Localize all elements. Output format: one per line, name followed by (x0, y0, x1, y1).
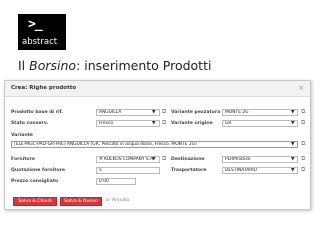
variante-origine-field[interactable]: GR (222, 120, 298, 127)
chevron-down-icon[interactable]: ▼ (152, 121, 156, 126)
variante-origine-label: Variante origine (171, 121, 213, 126)
fornitore-label: Fornitore (11, 157, 35, 162)
chevron-down-icon[interactable]: ▼ (291, 121, 295, 126)
slide-title: Il Borsino: inserimento Prodotti (18, 58, 211, 73)
prodotto-base-label: Prodotto base di rif. (11, 110, 64, 115)
external-link-icon[interactable]: ⧉ (301, 156, 305, 162)
variante-label: Variante (11, 133, 33, 138)
destinazione-label: Destinazione (171, 157, 205, 162)
external-link-icon[interactable]: ⧉ (301, 141, 305, 147)
variante-field[interactable]: [ELE-MGC-PAD-GR-FRE] ANGUILLA (GR, Pesca… (11, 141, 298, 148)
quotazione-fornitore-field[interactable]: 5 (96, 167, 160, 174)
destinazione-field[interactable]: PLRM/Stock (222, 156, 298, 163)
create-product-dialog: Crea: Righe prodotto × Prodotto base di … (4, 80, 311, 210)
close-icon[interactable]: × (298, 84, 304, 92)
prezzo-consigliato-label: Prezzo consigliato (11, 179, 59, 184)
variante-pezzatura-label: Variante pezzatura (171, 110, 221, 115)
chevron-down-icon[interactable]: ▼ (291, 168, 295, 173)
dialog-header: Crea: Righe prodotto × (5, 81, 310, 97)
trasportatore-label: Trasportatore (171, 168, 207, 173)
trasportatore-field[interactable]: DESTINATARIO (222, 167, 298, 174)
slide-title-suffix: : inserimento Prodotti (76, 58, 212, 73)
variante-pezzatura-field[interactable]: MONTE 2G (222, 109, 298, 116)
external-link-icon[interactable]: ⧉ (301, 109, 305, 115)
chevron-down-icon[interactable]: ▼ (152, 157, 156, 162)
stato-conserv-field[interactable]: Fresco (96, 120, 160, 127)
chevron-down-icon[interactable]: ▼ (291, 142, 295, 147)
prezzo-consigliato-field[interactable]: 0.00 (96, 178, 136, 185)
external-link-icon[interactable]: ⧉ (162, 109, 166, 115)
chevron-down-icon[interactable]: ▼ (291, 157, 295, 162)
external-link-icon[interactable]: ⧉ (162, 156, 166, 162)
abstract-logo: >_ abstract (18, 14, 66, 50)
or-text: o (106, 198, 109, 203)
prodotto-base-field[interactable]: ANGUILLA (96, 109, 160, 116)
dialog-title: Crea: Righe prodotto (11, 85, 77, 91)
logo-wordmark: abstract (22, 37, 58, 47)
save-close-button[interactable]: Salva & Chiudi (13, 197, 57, 206)
external-link-icon[interactable]: ⧉ (162, 120, 166, 126)
save-new-button[interactable]: Salva & Nuovo (60, 197, 102, 206)
external-link-icon[interactable]: ⧉ (301, 120, 305, 126)
external-link-icon[interactable]: ⧉ (301, 167, 305, 173)
quotazione-fornitore-label: Quotazione fornitore (11, 168, 66, 173)
slide-title-prefix: Il (18, 58, 30, 73)
chevron-down-icon[interactable]: ▼ (291, 110, 295, 115)
terminal-prompt-icon: >_ (28, 17, 43, 32)
cancel-link[interactable]: Annulla (112, 198, 129, 203)
chevron-down-icon[interactable]: ▼ (152, 110, 156, 115)
slide-title-emphasis: Borsino (29, 58, 77, 73)
fornitore-field[interactable]: # KOLKOS COMPANY S.A. (96, 156, 160, 163)
stato-conserv-label: Stato conserv. (11, 121, 49, 126)
